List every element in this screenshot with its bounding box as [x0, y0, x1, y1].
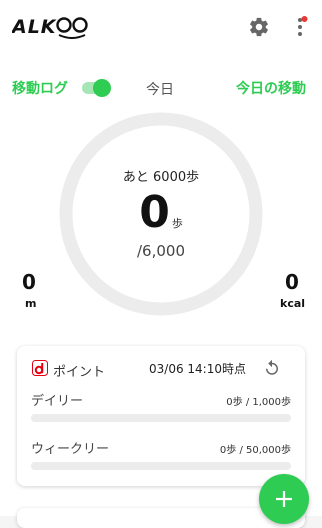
app-header: ALK [0, 0, 322, 52]
step-goal-text: /6,000 [137, 242, 185, 260]
step-count-unit: 歩 [171, 217, 183, 230]
today-tab[interactable]: 今日 [146, 79, 174, 99]
notification-dot-icon [301, 16, 308, 22]
calories-unit: kcal [280, 297, 306, 310]
d-point-icon [32, 360, 48, 376]
calories-value: 0 [285, 270, 299, 294]
weekly-progress-bar [31, 462, 291, 470]
distance-unit: m [25, 297, 37, 310]
weekly-value: 0歩 / 50,000歩 [219, 445, 291, 456]
plus-icon [276, 491, 292, 507]
daily-label: デイリー [31, 394, 84, 409]
weekly-label: ウィークリー [31, 442, 110, 457]
add-button[interactable] [259, 474, 309, 524]
settings-gear-icon[interactable] [248, 16, 270, 38]
alkoo-logo: ALK [12, 16, 88, 39]
step-count-value: 0 [139, 187, 170, 238]
distance-value: 0 [22, 270, 36, 294]
remaining-steps-text: あと 6000歩 [122, 170, 200, 185]
daily-progress-bar [31, 414, 291, 422]
daily-value: 0歩 / 1,000歩 [226, 397, 291, 408]
points-title: ポイント [53, 365, 106, 380]
step-count: 0歩 [0, 190, 322, 236]
movement-log-tab[interactable]: 移動ログ [12, 78, 68, 98]
more-vertical-icon[interactable] [292, 16, 308, 38]
toggle-thumb [93, 79, 111, 97]
today-movement-tab[interactable]: 今日の移動 [236, 78, 306, 98]
refresh-icon[interactable] [263, 359, 281, 377]
svg-text:ALK: ALK [12, 16, 57, 38]
movement-log-toggle[interactable] [82, 79, 111, 97]
points-card[interactable]: ポイント 03/06 14:10時点 デイリー 0歩 / 1,000歩 ウィーク… [17, 346, 305, 486]
points-timestamp: 03/06 14:10時点 [149, 362, 246, 376]
